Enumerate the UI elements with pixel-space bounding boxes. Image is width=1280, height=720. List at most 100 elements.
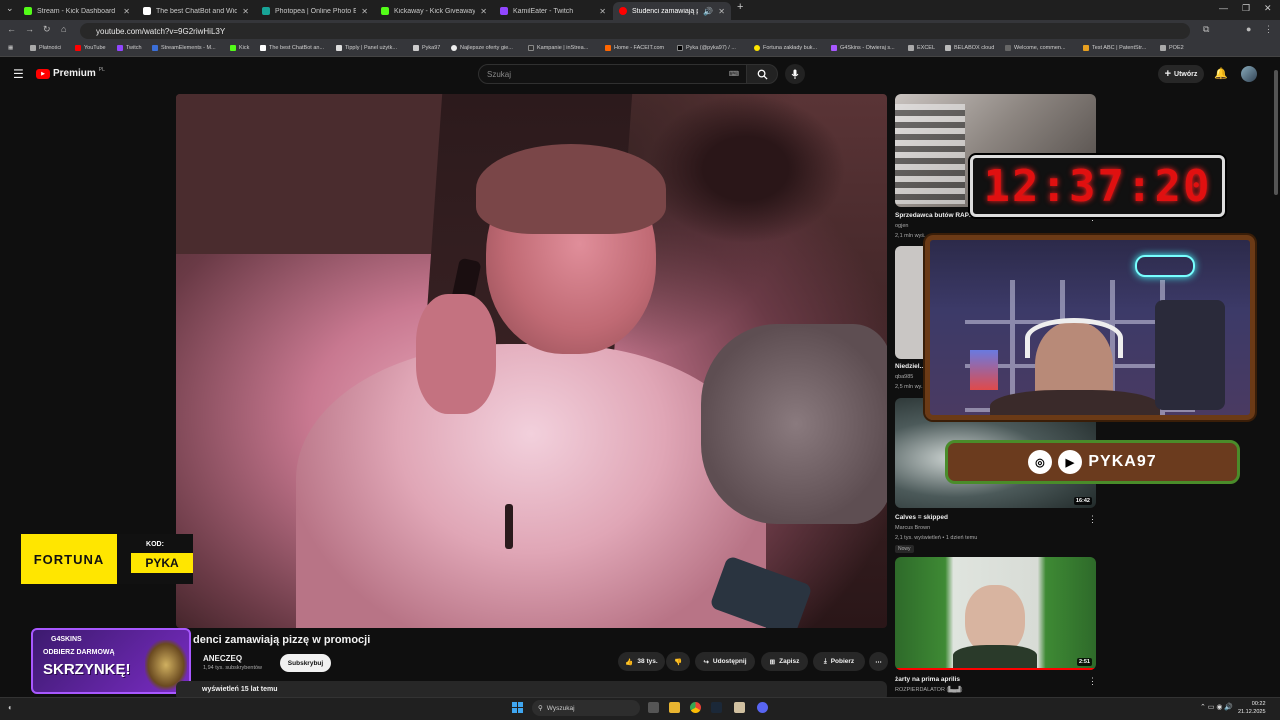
recommendation-channel[interactable]: ROZPIERDALATOR (▙▄▟): [895, 687, 962, 693]
recommendation-title[interactable]: żarty na prima aprilis: [895, 676, 960, 683]
menu-dots-icon[interactable]: ⋮: [1264, 24, 1273, 35]
system-tray-icons[interactable]: ⌃ ▭ ◉ 🔊: [1200, 703, 1233, 711]
reload-icon[interactable]: ↻: [43, 24, 51, 35]
home-icon[interactable]: ⌂: [61, 24, 66, 34]
chatbot-icon: [260, 45, 266, 51]
search-button[interactable]: [746, 64, 778, 84]
speaker-icon[interactable]: 🔊: [703, 7, 713, 16]
more-options-icon[interactable]: ⋮: [1088, 514, 1097, 525]
close-icon[interactable]: ✕: [718, 7, 725, 16]
minimize-icon[interactable]: —: [1219, 3, 1228, 13]
url-field[interactable]: youtube.com/watch?v=9G2riwHiL3Y: [80, 23, 1190, 39]
bookmark-item[interactable]: Welcome, commen...: [1005, 45, 1066, 51]
bookmark-item[interactable]: Pyka (@pyka97) / ...: [677, 45, 736, 51]
steam-icon[interactable]: [711, 702, 722, 713]
share-button[interactable]: ↪ Udostępnij: [695, 652, 755, 671]
search-input[interactable]: Szukaj ⌨: [478, 64, 748, 84]
tab-kick-dashboard[interactable]: Stream - Kick Dashboard ✕: [18, 2, 136, 20]
taskbar-search[interactable]: ⚲ Wyszukaj: [532, 700, 640, 716]
taskbar-clock[interactable]: 00:22 21.12.2025: [1238, 700, 1266, 716]
tab-search-icon[interactable]: ⌄: [6, 3, 14, 14]
download-label: Pobierz: [830, 658, 855, 665]
weather-icon[interactable]: ◐: [8, 703, 13, 712]
close-icon[interactable]: ✕: [123, 7, 130, 16]
forward-icon[interactable]: →: [25, 24, 34, 34]
tab-label: Stream - Kick Dashboard: [37, 7, 116, 15]
bookmark-item[interactable]: Twitch: [117, 45, 142, 51]
bookmark-item[interactable]: Pyka97: [413, 45, 440, 51]
recommendation-title[interactable]: Sprzedawca butów RAPER: [895, 212, 978, 219]
microphone-icon: [791, 69, 799, 79]
webcam-overlay: [925, 235, 1255, 420]
tab-twitch[interactable]: KamilEater - Twitch ✕: [494, 2, 612, 20]
url-text: youtube.com/watch?v=9G2riwHiL3Y: [96, 26, 226, 36]
tab-photopea[interactable]: Photopea | Online Photo Editor ✕: [256, 2, 374, 20]
bookmark-item[interactable]: Najlepsze oferty gie...: [451, 45, 513, 51]
recommendation-title[interactable]: Calves = skipped: [895, 514, 948, 521]
bookmark-item[interactable]: The best ChatBot an...: [260, 45, 324, 51]
bookmark-item[interactable]: G4Skins - Otwieraj s...: [831, 45, 895, 51]
notifications-bell-icon[interactable]: 🔔: [1214, 67, 1228, 80]
profile-icon[interactable]: ●: [1246, 24, 1251, 34]
task-view-icon[interactable]: [648, 702, 659, 713]
keyboard-icon[interactable]: ⌨: [729, 70, 739, 78]
tab-chatbot[interactable]: The best ChatBot and Widgets ✕: [137, 2, 255, 20]
new-tab-button[interactable]: +: [737, 1, 743, 13]
close-icon[interactable]: ✕: [361, 7, 368, 16]
voice-search-button[interactable]: [785, 64, 805, 84]
tab-youtube-active[interactable]: Studenci zamawiają pizzę w 🔊 ✕: [613, 2, 731, 20]
bookmark-item[interactable]: Kick: [230, 45, 249, 51]
recommendation-title[interactable]: Niedziel...: [895, 363, 925, 370]
bookmark-item[interactable]: Test ABC | PatentStr...: [1083, 45, 1146, 51]
g4skins-sponsor-overlay: G4SKINS ODBIERZ DARMOWĄ SKRZYNKĘ!: [31, 628, 191, 694]
video-player[interactable]: [176, 94, 887, 628]
close-icon[interactable]: ✕: [480, 7, 487, 16]
bookmark-item[interactable]: StreamElements - M...: [152, 45, 216, 51]
more-options-icon[interactable]: ⋮: [1088, 676, 1097, 687]
bookmark-item[interactable]: EXCEL: [908, 45, 935, 51]
dislike-button[interactable]: 👎: [666, 652, 690, 671]
folder-icon: [1160, 45, 1166, 51]
bookmark-item[interactable]: YouTube: [75, 45, 106, 51]
file-explorer-icon[interactable]: [669, 702, 680, 713]
recommendation-thumbnail[interactable]: 2:51: [895, 557, 1096, 670]
app-icon[interactable]: [734, 702, 745, 713]
neon-bull-sign: [1135, 255, 1195, 277]
avatar[interactable]: [1241, 66, 1257, 82]
bookmark-item[interactable]: Fortuna zakłady buk...: [754, 45, 817, 51]
save-button[interactable]: ⊞ Zapisz: [761, 652, 808, 671]
recommendation-channel[interactable]: qba985: [895, 374, 913, 380]
download-button[interactable]: ⤓ Pobierz: [813, 652, 865, 671]
recommendation-channel[interactable]: ogjen: [895, 223, 908, 229]
extensions-icon[interactable]: ⧉: [1203, 24, 1209, 35]
bookmark-item[interactable]: BELABOX cloud: [945, 45, 994, 51]
close-icon[interactable]: ✕: [242, 7, 249, 16]
subscribe-button[interactable]: Subskrybuj: [280, 654, 331, 672]
recommendation-meta: 2,1 mln wyś...: [895, 233, 929, 239]
tab-label: Photopea | Online Photo Editor: [275, 7, 357, 15]
create-button[interactable]: + Utwórz: [1158, 65, 1204, 83]
hamburger-menu-icon[interactable]: ☰: [13, 67, 24, 81]
bookmark-item[interactable]: Kampanie | inStrea...: [528, 45, 588, 51]
discord-icon[interactable]: [757, 702, 768, 713]
channel-name[interactable]: ANECZEQ: [203, 654, 242, 663]
bookmark-item[interactable]: Płatności: [30, 45, 61, 51]
recommendation-channel[interactable]: Marcus Brown: [895, 525, 930, 531]
more-actions-button[interactable]: ⋯: [869, 652, 888, 671]
youtube-logo[interactable]: ▶ Premium PL: [36, 67, 105, 79]
windows-start-icon[interactable]: [512, 702, 523, 713]
social-handle-overlay: ◎ ▶ PYKA97: [945, 440, 1240, 484]
close-icon[interactable]: ✕: [599, 7, 606, 16]
bookmark-item[interactable]: POE2: [1160, 45, 1184, 51]
page-scrollbar[interactable]: [1274, 70, 1278, 195]
tab-label: KamilEater - Twitch: [513, 7, 574, 15]
tab-kickaway[interactable]: Kickaway - Kick Giveaway Tool ✕: [375, 2, 493, 20]
bookmark-item[interactable]: Tipply | Panel użytk...: [336, 45, 397, 51]
like-button[interactable]: 👍 38 tys.: [618, 652, 665, 671]
chrome-icon[interactable]: [690, 702, 701, 713]
back-icon[interactable]: ←: [7, 24, 16, 34]
restore-icon[interactable]: ❐: [1242, 3, 1250, 14]
window-close-icon[interactable]: ✕: [1264, 3, 1272, 14]
apps-icon[interactable]: ▦: [8, 45, 13, 51]
bookmark-item[interactable]: Home - FACEIT.com: [605, 45, 664, 51]
